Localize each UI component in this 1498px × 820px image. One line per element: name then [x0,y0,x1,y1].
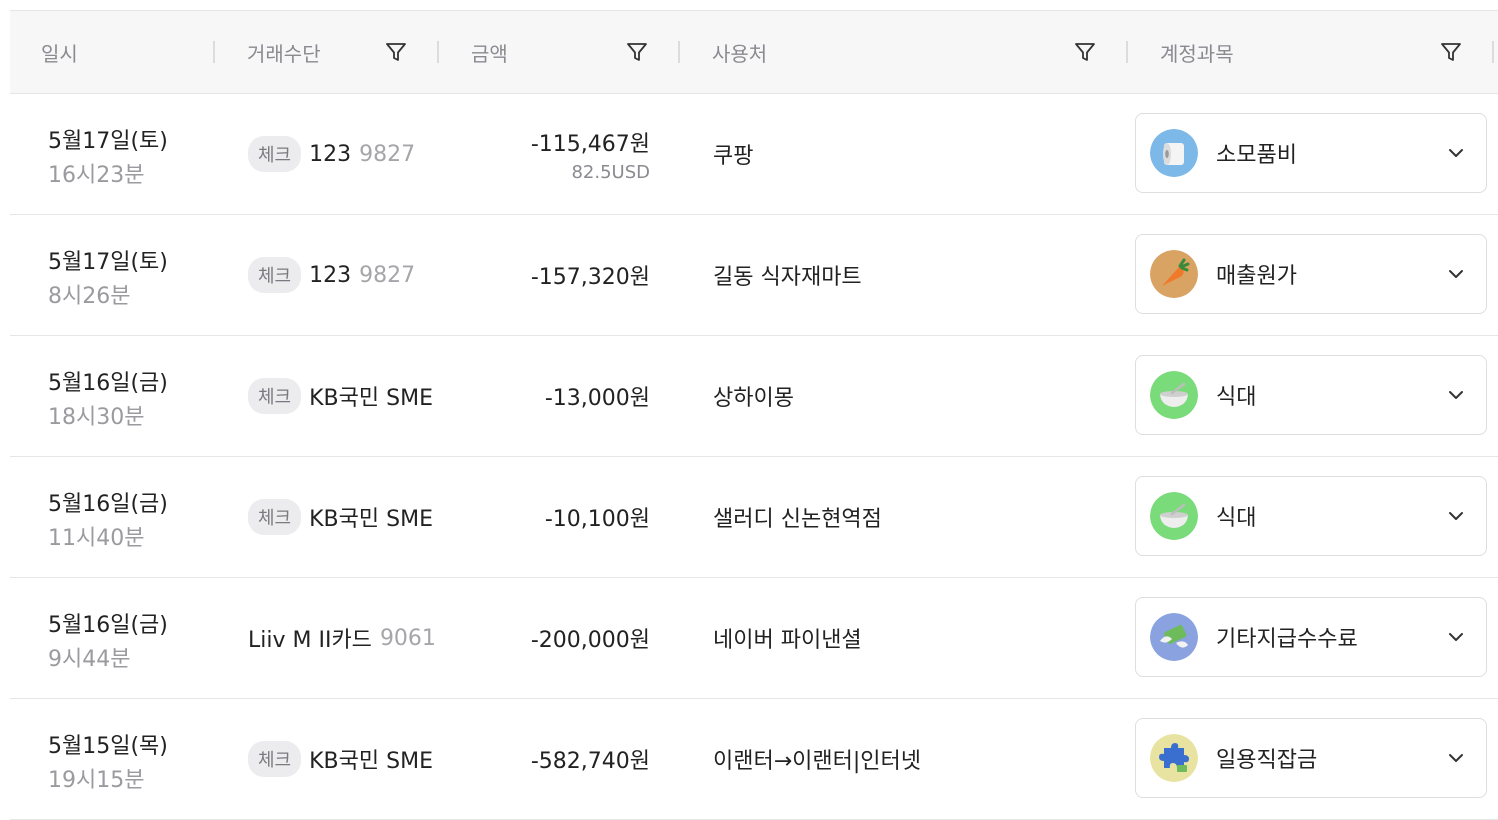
table-row[interactable]: 5월17일(토) 8시26분 체크 123 9827 -157,320원 길동 식자재마트 매… [10,215,1498,336]
payment-method: 체크 KB국민 SME [248,336,433,456]
header-method: 거래수단 [247,41,321,66]
amount-cell: -157,320원 [531,215,650,335]
payment-method: Liiv M II카드 9061 [248,578,436,698]
amount-value: -582,740원 [530,749,650,774]
card-type-badge: 체크 [248,378,302,414]
chevron-down-icon[interactable] [1448,753,1464,763]
payment-method-name: KB국민 SME [309,507,433,532]
payment-method: 체크 KB국민 SME [248,457,433,577]
amount-value: -115,467원 [530,131,650,157]
amount-cell: -200,000원 [531,578,650,698]
row-time: 16시23분 [48,163,145,188]
chevron-down-icon[interactable] [1448,269,1464,279]
money-wings-icon [1150,613,1198,661]
row-time: 18시30분 [48,405,145,430]
card-last-digits: 9827 [359,141,416,167]
table-row[interactable]: 5월16일(금) 11시40분 체크 KB국민 SME -10,100원 샐러디 신논현역… [10,457,1498,578]
card-type-badge: 체크 [248,741,302,777]
amount-cell: -10,100원 [545,457,650,577]
amount-value: -157,320원 [530,265,650,290]
row-date: 5월15일(목) [48,734,168,759]
transactions-table: 일시 거래수단 금액 사용처 계정과목 5월17일(토) 16시23분 체크 123 9… [10,10,1498,820]
category-dropdown[interactable]: 일용직잡금 [1135,718,1487,798]
column-divider[interactable] [1492,41,1494,63]
category-dropdown[interactable]: 매출원가 [1135,234,1487,314]
card-last-digits: 9061 [379,625,436,651]
amount-cell: -582,740원 [531,699,650,819]
column-divider[interactable] [437,41,439,63]
row-date: 5월16일(금) [48,613,168,638]
header-merchant: 사용처 [712,41,768,66]
card-type-badge: 체크 [248,499,302,535]
row-date: 5월16일(금) [48,371,168,396]
amount-cell: -13,000원 [545,336,650,456]
filter-icon[interactable] [1440,41,1462,63]
table-row[interactable]: 5월16일(금) 9시44분 Liiv M II카드 9061 -200,000원 네이버… [10,578,1498,699]
filter-icon[interactable] [1074,41,1096,63]
column-divider[interactable] [678,41,680,63]
header-date: 일시 [41,41,78,66]
payment-method: 체크 123 9827 [248,94,415,214]
category-dropdown[interactable]: 식대 [1135,355,1487,435]
amount-value: -10,100원 [544,507,650,532]
payment-method-name: KB국민 SME [309,386,433,411]
chevron-down-icon[interactable] [1448,390,1464,400]
row-date: 5월17일(토) [48,250,168,275]
merchant-name: 상하이몽 [713,386,794,411]
card-last-digits: 9827 [359,262,416,288]
row-date: 5월16일(금) [48,492,168,517]
category-dropdown[interactable]: 식대 [1135,476,1487,556]
category-label: 소모품비 [1216,143,1297,168]
bowl-icon [1150,492,1198,540]
category-label: 일용직잡금 [1216,748,1318,773]
table-row[interactable]: 5월17일(토) 16시23분 체크 123 9827 -115,467원 82.5USD 쿠… [10,94,1498,215]
row-time: 9시44분 [48,647,131,672]
category-dropdown[interactable]: 소모품비 [1135,113,1487,193]
chevron-down-icon[interactable] [1448,148,1464,158]
row-date: 5월17일(토) [48,129,168,154]
category-label: 식대 [1216,506,1257,531]
row-time: 11시40분 [48,526,145,551]
toilet-paper-icon [1150,129,1198,177]
header-amount: 금액 [471,41,508,66]
table-header: 일시 거래수단 금액 사용처 계정과목 [10,10,1498,94]
category-label: 매출원가 [1216,264,1297,289]
row-time: 19시15분 [48,768,145,793]
merchant-name: 샐러디 신논현역점 [713,507,882,532]
category-label: 기타지급수수료 [1216,627,1358,652]
card-type-badge: 체크 [248,257,302,293]
payment-method-name: 123 [309,141,352,167]
carrot-icon [1150,250,1198,298]
puzzle-icon [1150,734,1198,782]
foreign-amount: 82.5USD [571,161,650,183]
column-divider[interactable] [1126,41,1128,63]
column-divider[interactable] [213,41,215,63]
merchant-name: 쿠팡 [713,144,754,169]
table-row[interactable]: 5월15일(목) 19시15분 체크 KB국민 SME -582,740원 이랜터→이랜터… [10,699,1498,820]
merchant-name: 이랜터→이랜터|인터넷 [713,749,922,774]
payment-method-name: 123 [309,262,352,288]
payment-method-name: Liiv M II카드 [248,628,372,653]
row-time: 8시26분 [48,284,131,309]
payment-method: 체크 123 9827 [248,215,415,335]
amount-value: -13,000원 [544,386,650,411]
filter-icon[interactable] [385,41,407,63]
payment-method: 체크 KB국민 SME [248,699,433,819]
category-dropdown[interactable]: 기타지급수수료 [1135,597,1487,677]
filter-icon[interactable] [626,41,648,63]
amount-cell: -115,467원 82.5USD [531,94,650,214]
chevron-down-icon[interactable] [1448,511,1464,521]
bowl-icon [1150,371,1198,419]
card-type-badge: 체크 [248,136,302,172]
category-label: 식대 [1216,385,1257,410]
header-category: 계정과목 [1160,41,1234,66]
chevron-down-icon[interactable] [1448,632,1464,642]
table-body: 5월17일(토) 16시23분 체크 123 9827 -115,467원 82.5USD 쿠… [10,94,1498,820]
merchant-name: 길동 식자재마트 [713,265,862,290]
payment-method-name: KB국민 SME [309,749,433,774]
amount-value: -200,000원 [530,628,650,653]
merchant-name: 네이버 파이낸셜 [713,628,862,653]
table-row[interactable]: 5월16일(금) 18시30분 체크 KB국민 SME -13,000원 상하이몽 식대 [10,336,1498,457]
